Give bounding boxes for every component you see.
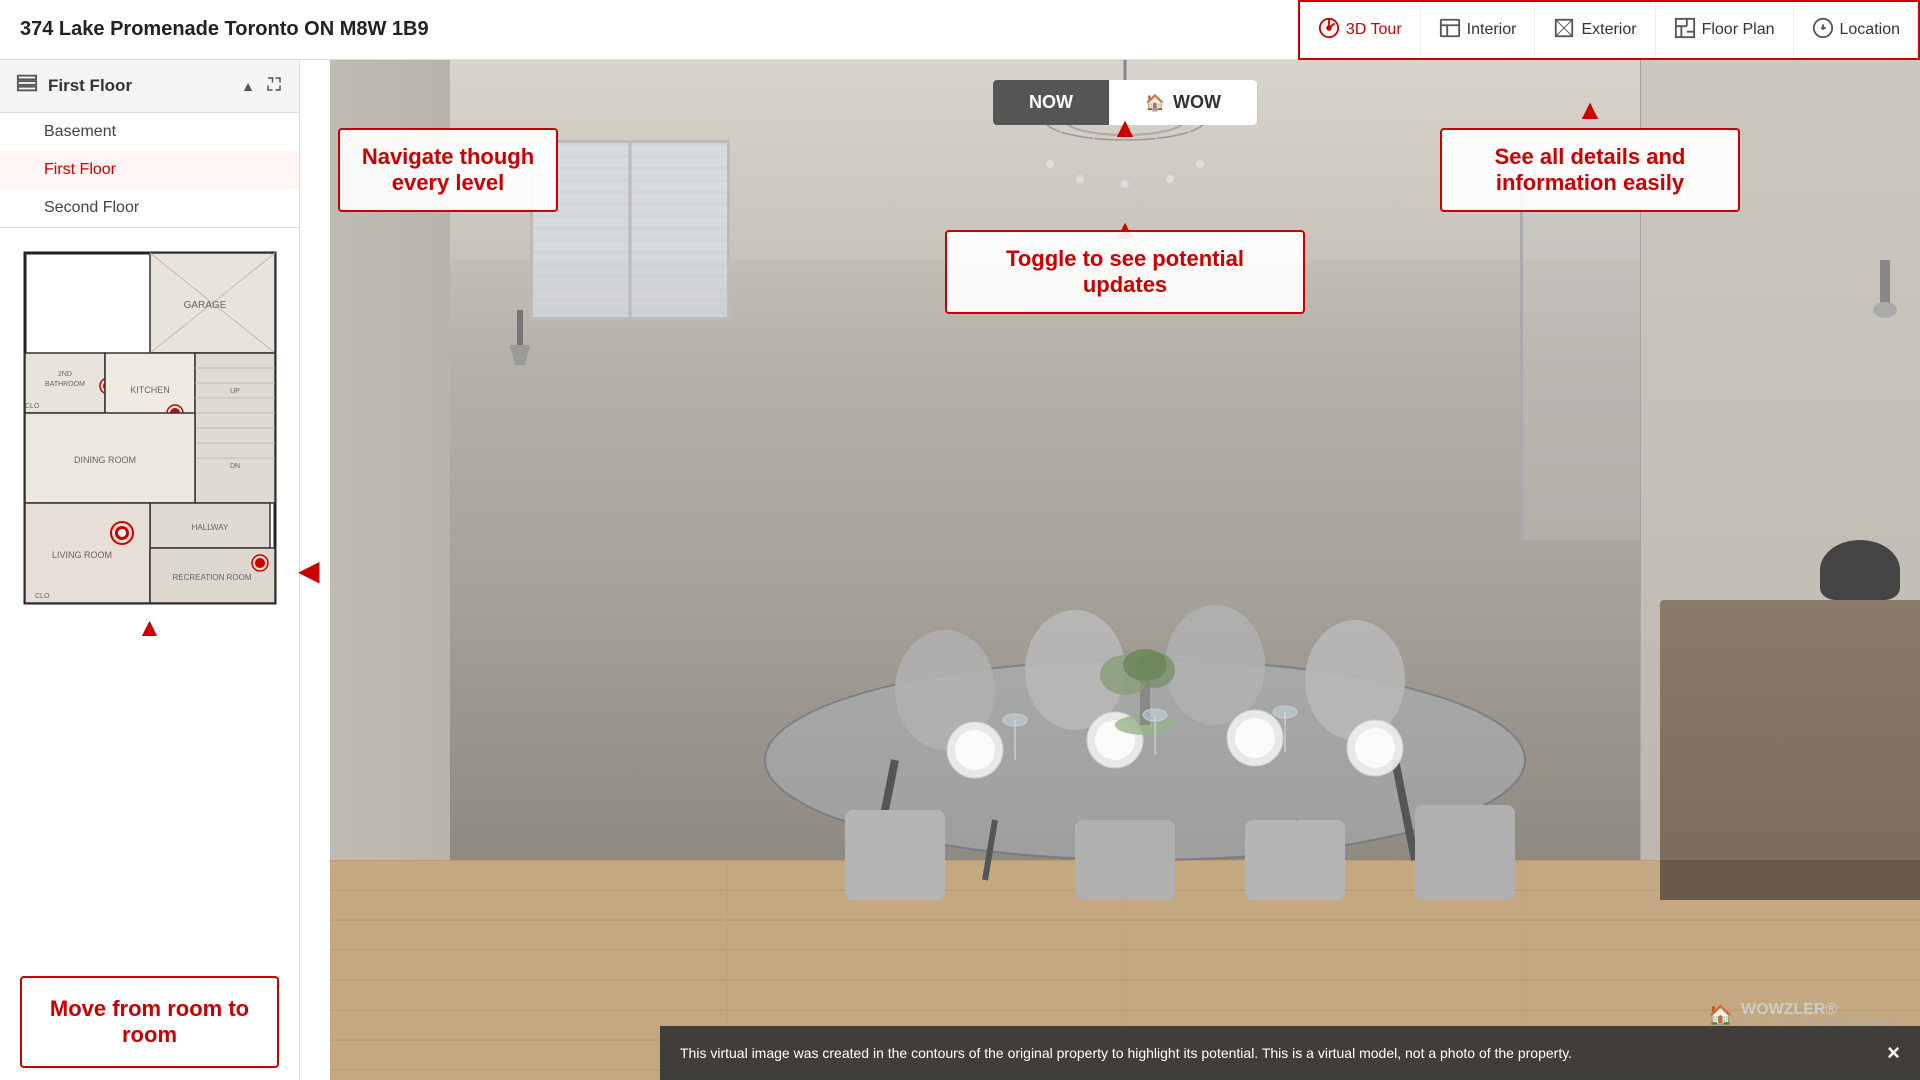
nav-item-floorplan[interactable]: Floor Plan (1656, 2, 1794, 58)
wall-sconce (1870, 260, 1900, 340)
nav-label-floorplan: Floor Plan (1702, 21, 1775, 39)
3dtour-icon (1318, 17, 1340, 44)
toggle-callout: Toggle to see potential updates (945, 230, 1305, 314)
notification-bar: This virtual image was created in the co… (660, 1026, 1920, 1080)
wowzler-house-icon: 🏠 (1708, 1003, 1733, 1028)
room-photo (330, 60, 1920, 1080)
nav-label-exterior: Exterior (1581, 21, 1636, 39)
floor-item-second[interactable]: Second Floor (0, 189, 299, 227)
floorplan-icon (1674, 17, 1696, 44)
nav-item-location[interactable]: Location (1794, 2, 1919, 58)
svg-text:BATHROOM: BATHROOM (45, 381, 85, 388)
svg-text:CLO: CLO (25, 403, 40, 410)
floor-list: Basement First Floor Second Floor (0, 113, 299, 228)
floorplan-map: GARAGE 2ND BATHROOM KITCHEN UP (0, 228, 299, 964)
svg-text:HALLWAY: HALLWAY (191, 523, 228, 532)
svg-text:RECREATION ROOM: RECREATION ROOM (172, 573, 251, 582)
main-viewport: NOW 🏠 WOW ▲ Navigate though every level … (330, 60, 1920, 1080)
nav-label-3dtour: 3D Tour (1346, 21, 1402, 39)
left-sconce (510, 310, 530, 375)
nav-label-location: Location (1840, 21, 1901, 39)
exterior-icon (1553, 17, 1575, 44)
move-callout: Move from room to room (20, 976, 279, 1068)
svg-text:UP: UP (230, 388, 240, 395)
floor-item-basement[interactable]: Basement (0, 113, 299, 151)
now-button[interactable]: NOW (993, 80, 1109, 125)
svg-text:DN: DN (229, 463, 239, 470)
nav-item-interior[interactable]: Interior (1421, 2, 1536, 58)
nav-label-interior: Interior (1467, 21, 1517, 39)
dining-table-area (630, 480, 1660, 900)
wow-icon: 🏠 (1145, 93, 1165, 113)
nav-item-exterior[interactable]: Exterior (1535, 2, 1655, 58)
sideboard (1660, 600, 1920, 900)
floor-item-first[interactable]: First Floor (0, 151, 299, 189)
close-notification-button[interactable]: × (1887, 1040, 1900, 1066)
floor-selector-label: First Floor (48, 76, 132, 96)
arrow-up-toggle: ▲ (1111, 112, 1139, 144)
svg-text:DINING ROOM: DINING ROOM (74, 455, 136, 465)
decor-object (1820, 540, 1900, 600)
sidebar: First Floor ▲ Basement First Floor Secon… (0, 60, 300, 1080)
floorplan-svg: GARAGE 2ND BATHROOM KITCHEN UP (20, 248, 280, 608)
sideboard-base (1660, 860, 1920, 900)
nav-item-3dtour[interactable]: 3D Tour (1300, 2, 1421, 58)
svg-text:2ND: 2ND (57, 371, 71, 378)
window (530, 140, 730, 320)
left-nav-arrow[interactable]: ◀ (298, 60, 320, 1080)
notification-text: This virtual image was created in the co… (680, 1045, 1572, 1061)
floor-selector-dropdown[interactable]: First Floor ▲ (0, 60, 299, 113)
floors-icon (16, 72, 38, 100)
arrow-left-icon[interactable]: ◀ (298, 554, 320, 587)
expand-icon (265, 75, 283, 98)
floorplan-navigate-arrow[interactable]: ▲ (137, 612, 163, 643)
arrow-up-details: ▲ (1576, 94, 1604, 126)
svg-text:KITCHEN: KITCHEN (130, 385, 170, 395)
address: 374 Lake Promenade Toronto ON M8W 1B9 (20, 18, 429, 41)
interior-icon (1439, 17, 1461, 44)
navigate-callout: Navigate though every level (338, 128, 558, 212)
dropdown-arrow-icon: ▲ (241, 78, 255, 94)
svg-text:LIVING ROOM: LIVING ROOM (51, 550, 111, 560)
floor-selector-left: First Floor (16, 72, 132, 100)
svg-text:CLO: CLO (35, 593, 50, 600)
window-divider (629, 143, 632, 317)
doorway (1520, 160, 1640, 540)
top-navigation: 3D Tour Interior Exterior (1298, 0, 1920, 60)
location-icon (1812, 17, 1834, 44)
details-callout: ▲ See all details and information easily (1440, 128, 1740, 212)
svg-text:GARAGE: GARAGE (183, 300, 226, 311)
